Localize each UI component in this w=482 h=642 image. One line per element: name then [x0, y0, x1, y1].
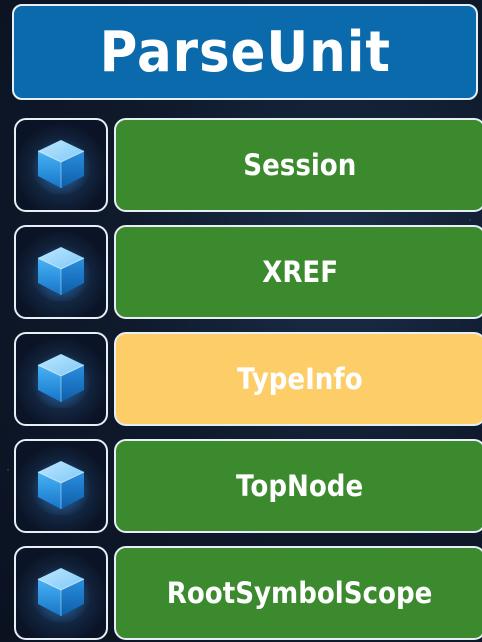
cube-icon [30, 453, 92, 519]
item-label: Session [243, 148, 357, 182]
cube-icon-box [14, 225, 108, 319]
item-label: TypeInfo [237, 362, 363, 396]
cube-icon-box [14, 332, 108, 426]
item-box: Session [114, 118, 482, 212]
item-box: RootSymbolScope [114, 546, 482, 640]
title-box: ParseUnit [12, 4, 478, 100]
cube-icon [30, 239, 92, 305]
cube-icon-box [14, 439, 108, 533]
cube-icon [30, 560, 92, 626]
item-box: XREF [114, 225, 482, 319]
cube-icon [30, 346, 92, 412]
page-title: ParseUnit [99, 19, 391, 85]
list-item: TypeInfo [14, 332, 482, 428]
cube-icon-box [14, 546, 108, 640]
item-label: RootSymbolScope [167, 576, 433, 610]
item-label: XREF [262, 255, 338, 289]
list-item: XREF [14, 225, 482, 321]
item-box-highlighted: TypeInfo [114, 332, 482, 426]
cube-icon-box [14, 118, 108, 212]
list-item: RootSymbolScope [14, 546, 482, 642]
item-box: TopNode [114, 439, 482, 533]
cube-icon [30, 132, 92, 198]
list-item: Session [14, 118, 482, 214]
list-item: TopNode [14, 439, 482, 535]
item-label: TopNode [236, 469, 364, 503]
